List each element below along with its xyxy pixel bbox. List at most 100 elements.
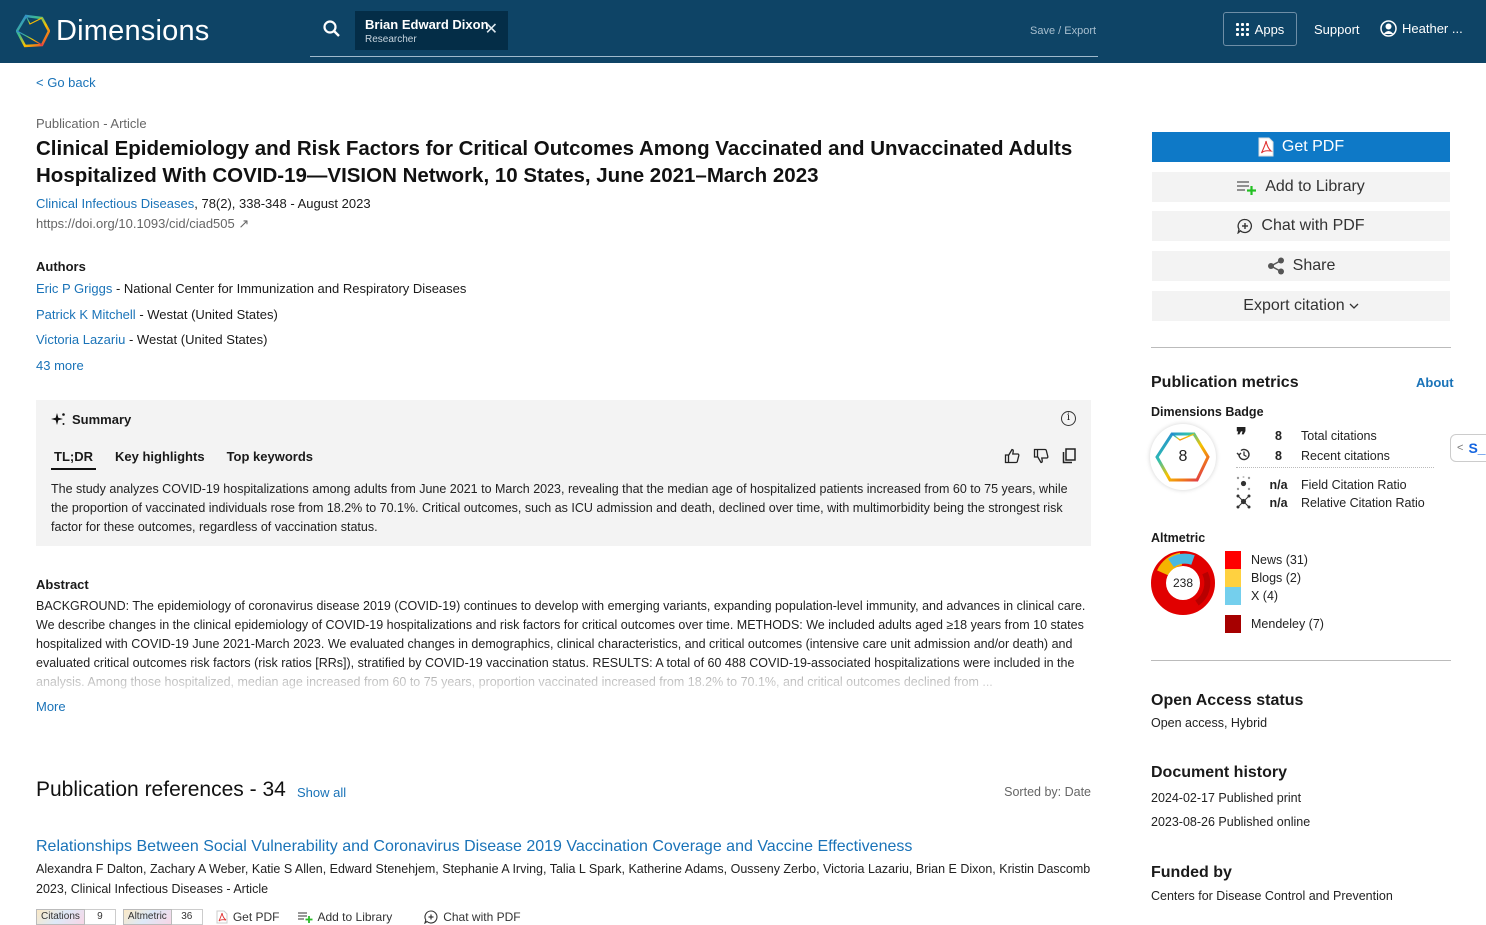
reference-get-pdf-button[interactable]: Get PDF (216, 910, 280, 924)
open-access-heading: Open Access status (1151, 692, 1304, 709)
history-item: 2024-02-17 Published print (1151, 791, 1302, 805)
summary-heading: Summary (72, 412, 132, 427)
sorted-by-label[interactable]: Sorted by: Date (1004, 785, 1091, 799)
app-name: Dimensions (56, 14, 210, 47)
search-filter-chip[interactable]: Brian Edward Dixon Researcher ✕ (355, 11, 508, 50)
metric-value: 8 (1275, 429, 1282, 443)
side-panel-toggle[interactable]: < S_ (1450, 434, 1486, 462)
quote-icon: ❞ (1236, 423, 1247, 447)
document-history-heading: Document history (1151, 764, 1288, 781)
legend-label: X (4) (1251, 589, 1279, 603)
export-citation-label: Export citation (1243, 297, 1345, 314)
dimensions-badge[interactable]: 8 (1150, 424, 1216, 490)
metric-value: n/a (1269, 478, 1288, 492)
chat-with-pdf-label: Chat with PDF (1261, 217, 1365, 234)
legend-label: Mendeley (7) (1251, 617, 1324, 631)
metric-field-citation-ratio: n/a Field Citation Ratio (1236, 476, 1407, 494)
info-icon[interactable]: i (1061, 411, 1076, 426)
dimensions-logo[interactable]: Dimensions (16, 14, 210, 48)
legend-swatch (1225, 615, 1241, 633)
author-item: Eric P Griggs - National Center for Immu… (36, 281, 466, 296)
share-icon (1267, 257, 1284, 275)
show-all-references-link[interactable]: Show all (297, 785, 346, 800)
legend-swatch (1225, 551, 1241, 569)
author-item: Patrick K Mitchell - Westat (United Stat… (36, 307, 278, 322)
user-name: Heather ... (1402, 21, 1463, 36)
reference-meta: 2023, Clinical Infectious Diseases - Art… (36, 882, 269, 896)
reference-authors: Alexandra F Dalton, Zachary A Weber, Kat… (36, 862, 1091, 876)
author-link[interactable]: Victoria Lazariu (36, 332, 125, 347)
get-pdf-label: Get PDF (1281, 138, 1345, 155)
summary-text: The study analyzes COVID-19 hospitalizat… (51, 482, 1068, 534)
save-export-link[interactable]: Save / Export (1030, 25, 1096, 37)
metrics-about-link[interactable]: About (1416, 375, 1454, 390)
sparkle-icon (51, 413, 65, 425)
legend-label: News (31) (1251, 553, 1308, 567)
summary-tabs: TL;DR Key highlights Top keywords (51, 449, 316, 470)
chat-pdf-icon (1237, 218, 1253, 234)
metric-value: 8 (1275, 449, 1282, 463)
tab-key-highlights[interactable]: Key highlights (112, 449, 208, 470)
author-link[interactable]: Patrick K Mitchell (36, 307, 136, 322)
citations-badge[interactable]: Citations 9 (36, 908, 116, 925)
publication-metrics-heading: Publication metrics (1151, 374, 1299, 391)
metric-label: Field Citation Ratio (1301, 478, 1407, 492)
reference-add-library-label: Add to Library (317, 909, 393, 924)
more-authors-link[interactable]: 43 more (36, 358, 84, 373)
altmetric-badge[interactable]: Altmetric 36 (122, 908, 203, 925)
share-button[interactable]: Share (1152, 251, 1450, 281)
dimensions-badge-heading: Dimensions Badge (1151, 405, 1264, 419)
altmetric-badge-value: 36 (171, 908, 203, 925)
altmetric-score: 238 (1173, 576, 1193, 590)
reference-chat-pdf-button[interactable]: Chat with PDF (424, 909, 521, 924)
references-heading: Publication references - 34 (36, 778, 286, 801)
add-to-library-label: Add to Library (1265, 178, 1365, 195)
tab-tldr[interactable]: TL;DR (51, 449, 96, 470)
history-item: 2023-08-26 Published online (1151, 815, 1311, 829)
thumbs-down-icon[interactable] (1033, 448, 1049, 464)
go-back-link[interactable]: < Go back (36, 75, 96, 90)
chevron-left-icon: < (1457, 442, 1464, 454)
reference-chat-pdf-label: Chat with PDF (443, 909, 521, 924)
copy-icon[interactable] (1062, 448, 1076, 464)
journal-link[interactable]: Clinical Infectious Diseases (36, 196, 194, 211)
add-to-library-icon (297, 911, 312, 923)
funder-name: Centers for Disease Control and Preventi… (1151, 889, 1393, 903)
metric-recent-citations: 8 Recent citations (1236, 447, 1390, 465)
reference-title-link[interactable]: Relationships Between Social Vulnerabili… (36, 838, 912, 856)
author-affiliation: - Westat (United States) (125, 332, 268, 347)
abstract-heading: Abstract (36, 577, 89, 592)
metric-relative-citation-ratio: n/a Relative Citation Ratio (1236, 494, 1425, 512)
close-icon[interactable]: ✕ (485, 22, 498, 38)
get-pdf-button[interactable]: Get PDF (1152, 132, 1450, 162)
support-link[interactable]: Support (1314, 22, 1360, 37)
export-citation-button[interactable]: Export citation (1152, 291, 1450, 321)
metric-label: Relative Citation Ratio (1301, 496, 1425, 510)
reference-add-library-button[interactable]: Add to Library (297, 909, 393, 924)
sidebar-divider (1151, 347, 1451, 348)
authors-heading: Authors (36, 259, 86, 274)
publication-type: Publication - Article (36, 116, 147, 131)
publication-title: Clinical Epidemiology and Risk Factors f… (36, 137, 1073, 187)
author-link[interactable]: Eric P Griggs (36, 281, 112, 296)
metric-value: n/a (1269, 496, 1288, 510)
altmetric-legend-blogs: Blogs (2) (1225, 569, 1301, 587)
tab-top-keywords[interactable]: Top keywords (224, 449, 316, 470)
legend-swatch (1225, 569, 1241, 587)
summary-panel: Summary i TL;DR Key highlights Top keywo… (36, 400, 1091, 546)
thumbs-up-icon[interactable] (1004, 448, 1020, 464)
metric-label: Recent citations (1301, 449, 1390, 463)
journal-info: Clinical Infectious Diseases, 78(2), 338… (36, 196, 371, 211)
apps-button[interactable]: Apps (1223, 12, 1297, 46)
metric-label: Total citations (1301, 429, 1377, 443)
search-icon[interactable] (322, 19, 342, 44)
abstract-more-link[interactable]: More (36, 699, 66, 714)
doi-link[interactable]: https://doi.org/10.1093/cid/ciad505 ↗ (36, 216, 249, 232)
user-menu[interactable]: Heather ... (1380, 20, 1463, 37)
search-underline (310, 56, 1098, 57)
altmetric-donut[interactable]: 238 (1151, 551, 1215, 620)
chat-with-pdf-button[interactable]: Chat with PDF (1152, 211, 1450, 241)
reference-actions: Citations 9 Altmetric 36 Get PDF Add to … (36, 908, 533, 925)
add-to-library-button[interactable]: Add to Library (1152, 172, 1450, 202)
legend-swatch (1225, 587, 1241, 605)
